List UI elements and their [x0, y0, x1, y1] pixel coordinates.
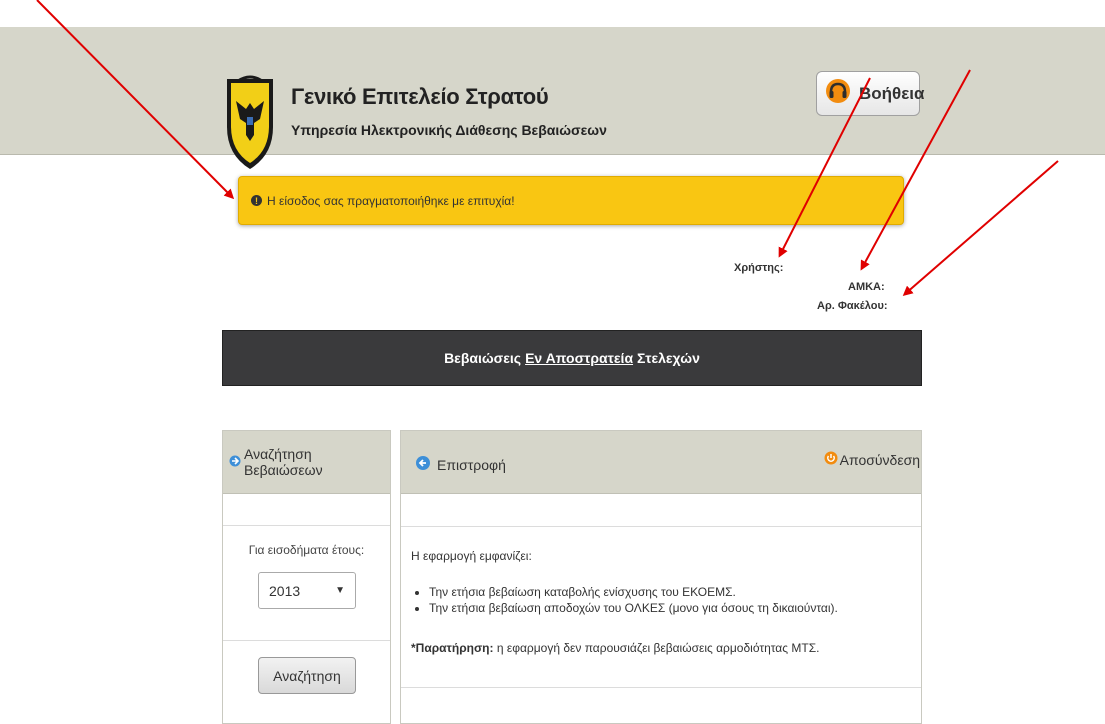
search-arrow-icon: [229, 454, 241, 471]
divider: [401, 526, 921, 527]
user-label: Χρήστης:: [734, 262, 784, 274]
section-banner: Βεβαιώσεις Εν Αποστρατεία Στελεχών: [222, 330, 922, 386]
logout-link[interactable]: Αποσύνδεση: [824, 451, 920, 469]
year-select[interactable]: 2013 ▼: [258, 572, 356, 609]
info-panel-header: Επιστροφή Αποσύνδεση: [401, 431, 921, 494]
search-button[interactable]: Αναζήτηση: [258, 657, 356, 694]
divider: [401, 687, 921, 688]
amka-label: ΑΜΚΑ:: [848, 281, 885, 293]
annotation-arrow: [902, 160, 1059, 296]
note-label: *Παρατήρηση:: [411, 641, 494, 655]
back-link[interactable]: Επιστροφή: [415, 455, 506, 475]
list-item: Την ετήσια βεβαίωση καταβολής ενίσχυσης …: [429, 584, 916, 600]
alert-message: Η είσοδος σας πραγματοποιήθηκε με επιτυχ…: [267, 193, 515, 208]
info-icon: !: [251, 195, 262, 206]
year-select-value: 2013: [269, 582, 301, 599]
features-list: Την ετήσια βεβαίωση καταβολής ενίσχυσης …: [411, 584, 916, 616]
search-panel-header: Αναζήτηση Βεβαιώσεων: [223, 431, 390, 494]
banner-text-1: Βεβαιώσεις: [444, 350, 522, 366]
page-header: Γενικό Επιτελείο Στρατού Υπηρεσία Ηλεκτρ…: [0, 27, 1105, 169]
power-icon: [824, 451, 838, 469]
file-number-label: Αρ. Φακέλου:: [817, 300, 888, 312]
army-emblem-logo: [224, 57, 276, 173]
login-success-alert: ! Η είσοδος σας πραγματοποιήθηκε με επιτ…: [238, 176, 904, 225]
page-subtitle: Υπηρεσία Ηλεκτρονικής Διάθεσης Βεβαιώσεω…: [291, 122, 607, 138]
banner-link-retired[interactable]: Εν Αποστρατεία: [525, 350, 633, 366]
note-text: η εφαρμογή δεν παρουσιάζει βεβαιώσεις αρ…: [493, 641, 820, 655]
info-panel: Επιστροφή Αποσύνδεση Η εφαρμογή εμφανίζε…: [400, 430, 922, 724]
help-label: Βοήθεια: [859, 83, 925, 103]
back-arrow-icon: [415, 455, 431, 475]
search-panel: Αναζήτηση Βεβαιώσεων Για εισοδήματα έτου…: [222, 430, 391, 724]
page-title: Γενικό Επιτελείο Στρατού: [291, 84, 549, 109]
banner-text-2: Στελεχών: [637, 350, 700, 366]
note: *Παρατήρηση: η εφαρμογή δεν παρουσιάζει …: [411, 641, 819, 655]
caret-down-icon: ▼: [335, 585, 345, 596]
intro-text: Η εφαρμογή εμφανίζει:: [411, 549, 532, 563]
search-panel-title: Αναζήτηση Βεβαιώσεων: [244, 446, 323, 478]
list-item: Την ετήσια βεβαίωση αποδοχών του ΟΛΚΕΣ (…: [429, 600, 916, 616]
year-label: Για εισοδήματα έτους:: [248, 543, 365, 557]
divider: [223, 525, 390, 526]
help-button[interactable]: Βοήθεια: [816, 71, 924, 116]
headset-help-icon: [825, 78, 851, 109]
logout-label: Αποσύνδεση: [839, 452, 920, 468]
divider: [223, 640, 390, 641]
back-label: Επιστροφή: [437, 457, 506, 473]
